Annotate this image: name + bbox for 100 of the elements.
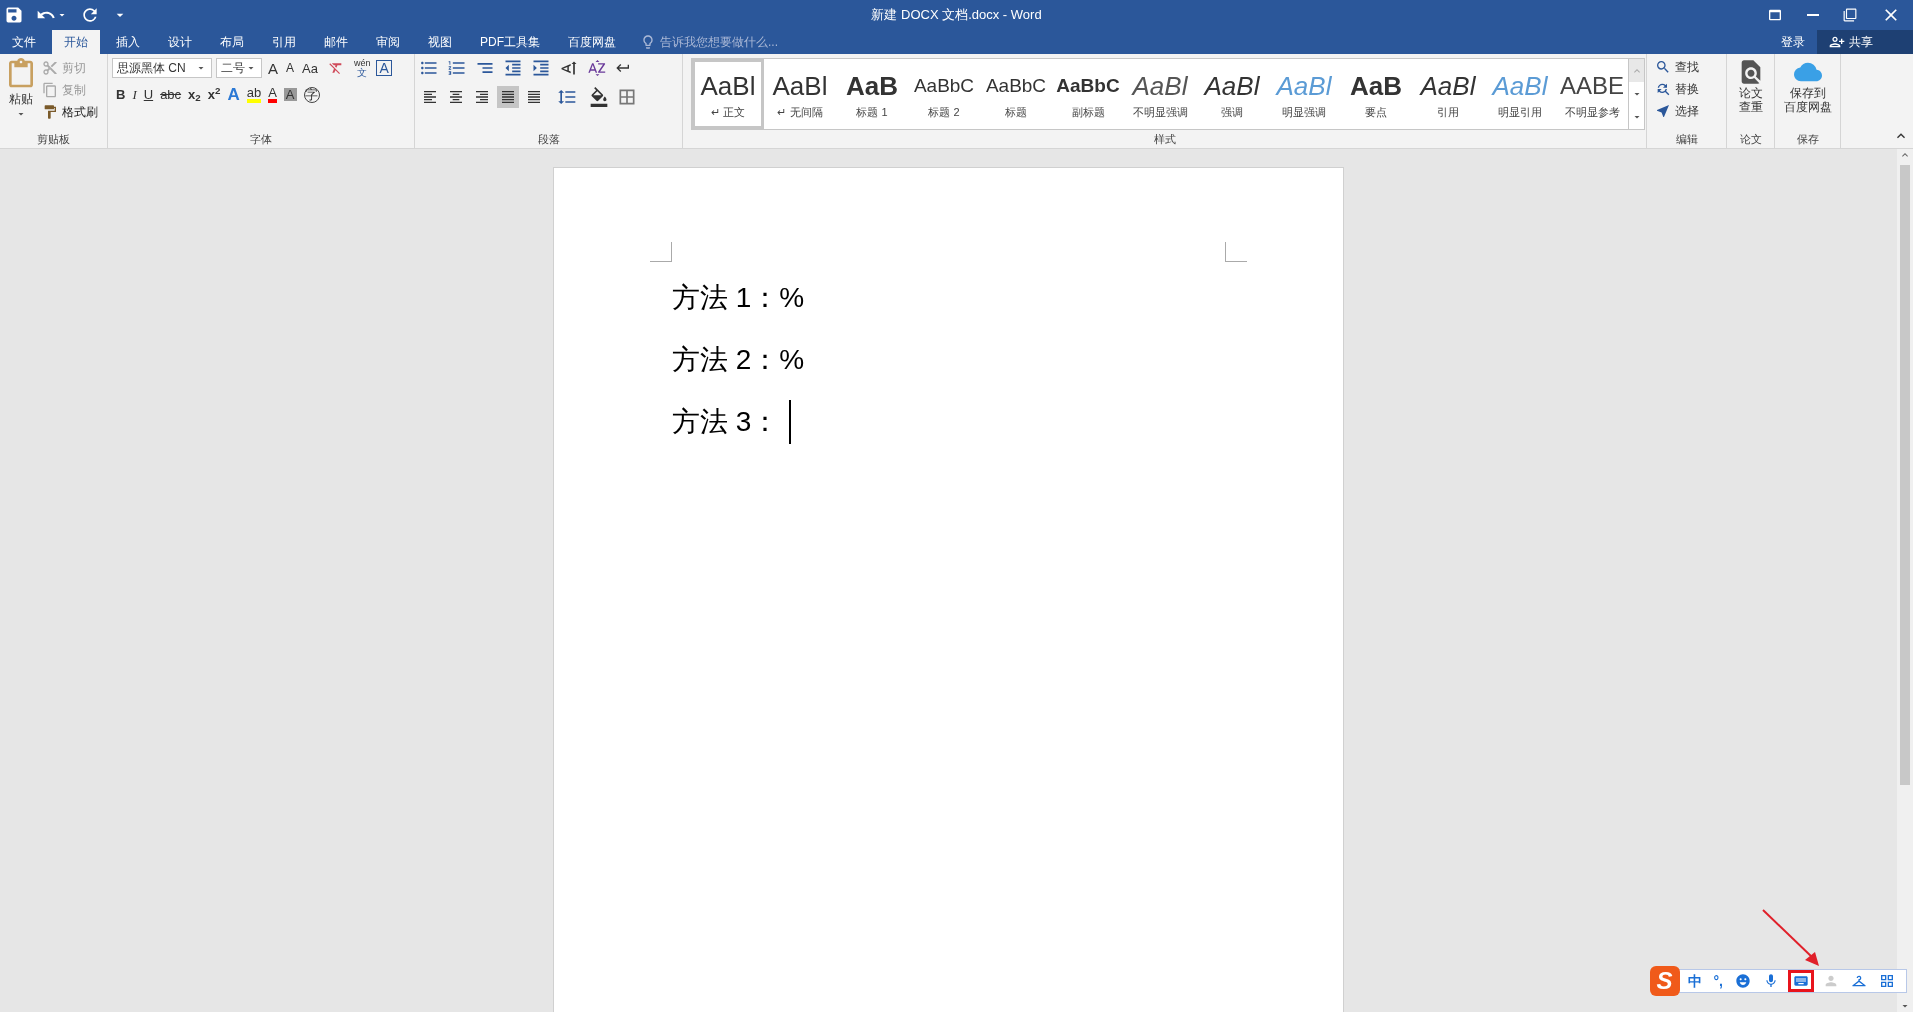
group-label: 编辑 [1675, 131, 1698, 147]
style-item[interactable]: AaBbC 标题 [980, 59, 1052, 129]
save-button[interactable] [4, 5, 24, 25]
redo-button[interactable] [80, 5, 100, 25]
font-button[interactable]: Aa [300, 61, 320, 75]
tell-me-field[interactable]: 告诉我您想要做什么... [660, 33, 860, 51]
scissors-icon [42, 60, 58, 76]
ribbon-tab[interactable]: 引用 [260, 30, 308, 54]
align-lines-icon [422, 89, 438, 105]
borders-button[interactable] [617, 87, 637, 107]
font-button[interactable]: B [116, 88, 126, 101]
align-lines-icon [500, 89, 516, 105]
person-icon [1823, 973, 1839, 989]
style-item[interactable]: AaBbC 副标题 [1052, 59, 1124, 129]
save-to-cloud-button[interactable]: 保存到 百度网盘 [1779, 58, 1836, 130]
line-spacing-button[interactable] [557, 87, 577, 107]
ime-button[interactable] [1788, 970, 1814, 992]
numbered-list-icon [447, 58, 467, 78]
font-button[interactable]: abc [160, 88, 182, 101]
ime-button[interactable]: 中 [1684, 970, 1705, 992]
person-add-icon [1829, 34, 1845, 50]
font-button[interactable]: A [376, 60, 392, 76]
borders-icon [617, 87, 637, 107]
font-button[interactable]: ab [246, 86, 262, 103]
style-item[interactable]: AABE 不明显参考 [1556, 59, 1628, 129]
crop-mark [650, 242, 672, 262]
style-item[interactable]: AaBl ↵ 无间隔 [764, 59, 836, 129]
font-button[interactable]: x$_{2}$ [188, 88, 201, 101]
style-item[interactable]: AaBl 明显引用 [1484, 59, 1556, 129]
font-button[interactable]: I [132, 88, 137, 101]
editing-item[interactable]: 选择 [1655, 102, 1699, 120]
style-item[interactable]: AaBl 强调 [1196, 59, 1268, 129]
ribbon-tab[interactable]: 视图 [416, 30, 464, 54]
font-size-field[interactable]: 二号 [216, 58, 262, 78]
ribbon-tab[interactable]: 插入 [104, 30, 152, 54]
sort-icon [587, 58, 607, 78]
align-button[interactable] [497, 86, 519, 108]
window-title: 新建 DOCX 文档.docx - Word [871, 6, 1042, 25]
paint-bucket-icon [589, 87, 609, 107]
ribbon-display-icon [1767, 7, 1783, 23]
align-lines-icon [526, 89, 542, 105]
annotation-arrow [1761, 908, 1821, 968]
font-button[interactable]: A [284, 62, 297, 74]
style-item[interactable]: AaBbC 标题 2 [908, 59, 980, 129]
font-button[interactable]: U [143, 88, 154, 101]
ribbon-tab[interactable]: 布局 [208, 30, 256, 54]
numbering-button[interactable] [447, 58, 467, 78]
ribbon-tab[interactable]: 审阅 [364, 30, 412, 54]
sort-button[interactable] [587, 58, 607, 78]
font-button[interactable]: A [266, 60, 280, 76]
style-item[interactable]: AaB 标题 1 [836, 59, 908, 129]
restore-icon [1843, 8, 1857, 22]
line-spacing-icon [557, 87, 577, 107]
group-label: 剪贴板 [37, 131, 70, 147]
group-label: 段落 [537, 131, 560, 147]
decrease-indent-button[interactable] [503, 58, 523, 78]
ribbon-tab[interactable]: 邮件 [312, 30, 360, 54]
font-button[interactable]: A [283, 88, 297, 101]
minimize-icon [1807, 14, 1819, 16]
ribbon-tab[interactable]: PDF工具集 [468, 30, 552, 54]
grid-icon [1879, 973, 1895, 989]
group-label: 字体 [250, 131, 272, 147]
microphone-icon [1763, 973, 1779, 989]
eraser-icon [327, 60, 344, 76]
paintbrush-icon [42, 104, 58, 120]
indent-decrease-icon [503, 58, 523, 78]
font-button[interactable]: A [227, 86, 240, 103]
editing-item[interactable]: 查找 [1655, 58, 1699, 76]
style-item[interactable]: AaBl 不明显强调 [1124, 59, 1196, 129]
increase-indent-button[interactable] [531, 58, 551, 78]
smiley-icon [1735, 973, 1751, 989]
document-text: 方法 1：% [672, 281, 805, 315]
restore-button[interactable] [1843, 8, 1857, 22]
scrollbar-thumb[interactable] [1900, 165, 1910, 785]
ribbon-display-options-button[interactable] [1767, 7, 1783, 23]
phonetic-guide-button[interactable]: wén 文 [351, 59, 373, 77]
editing-item[interactable]: 替换 [1655, 80, 1699, 98]
copy-icon [42, 82, 58, 98]
ime-button[interactable]: °, [1710, 970, 1726, 992]
indent-increase-icon [531, 58, 551, 78]
ribbon-tab[interactable]: 开始 [52, 30, 100, 54]
ribbon-tab[interactable]: 文件 [0, 30, 48, 54]
document-text: 方法 2：% [672, 343, 805, 377]
style-item[interactable]: AaB 要点 [1340, 59, 1412, 129]
align-lines-icon [448, 89, 464, 105]
font-button[interactable]: A [268, 86, 277, 103]
ribbon-tab[interactable]: 设计 [156, 30, 204, 54]
ribbon-tab[interactable]: 百度网盘 [556, 30, 628, 54]
share-button[interactable]: 共享 [1817, 30, 1913, 54]
thesis-check-button[interactable]: 论文 查重 [1731, 58, 1770, 130]
style-item[interactable]: AaBl ↵ 正文 [692, 59, 764, 129]
style-item[interactable]: AaBl 明显强调 [1268, 59, 1340, 129]
replace-icon [1655, 81, 1671, 97]
style-item[interactable]: AaBl 引用 [1412, 59, 1484, 129]
font-name-field[interactable]: 思源黑体 CN [112, 58, 212, 78]
sign-in-link[interactable]: 登录 [1769, 30, 1817, 54]
paste-button[interactable]: 粘贴 [4, 58, 38, 130]
font-button[interactable]: x$^{2}$ [207, 88, 221, 101]
shading-button[interactable] [589, 87, 609, 107]
clipboard-item[interactable]: 格式刷 [42, 102, 98, 122]
